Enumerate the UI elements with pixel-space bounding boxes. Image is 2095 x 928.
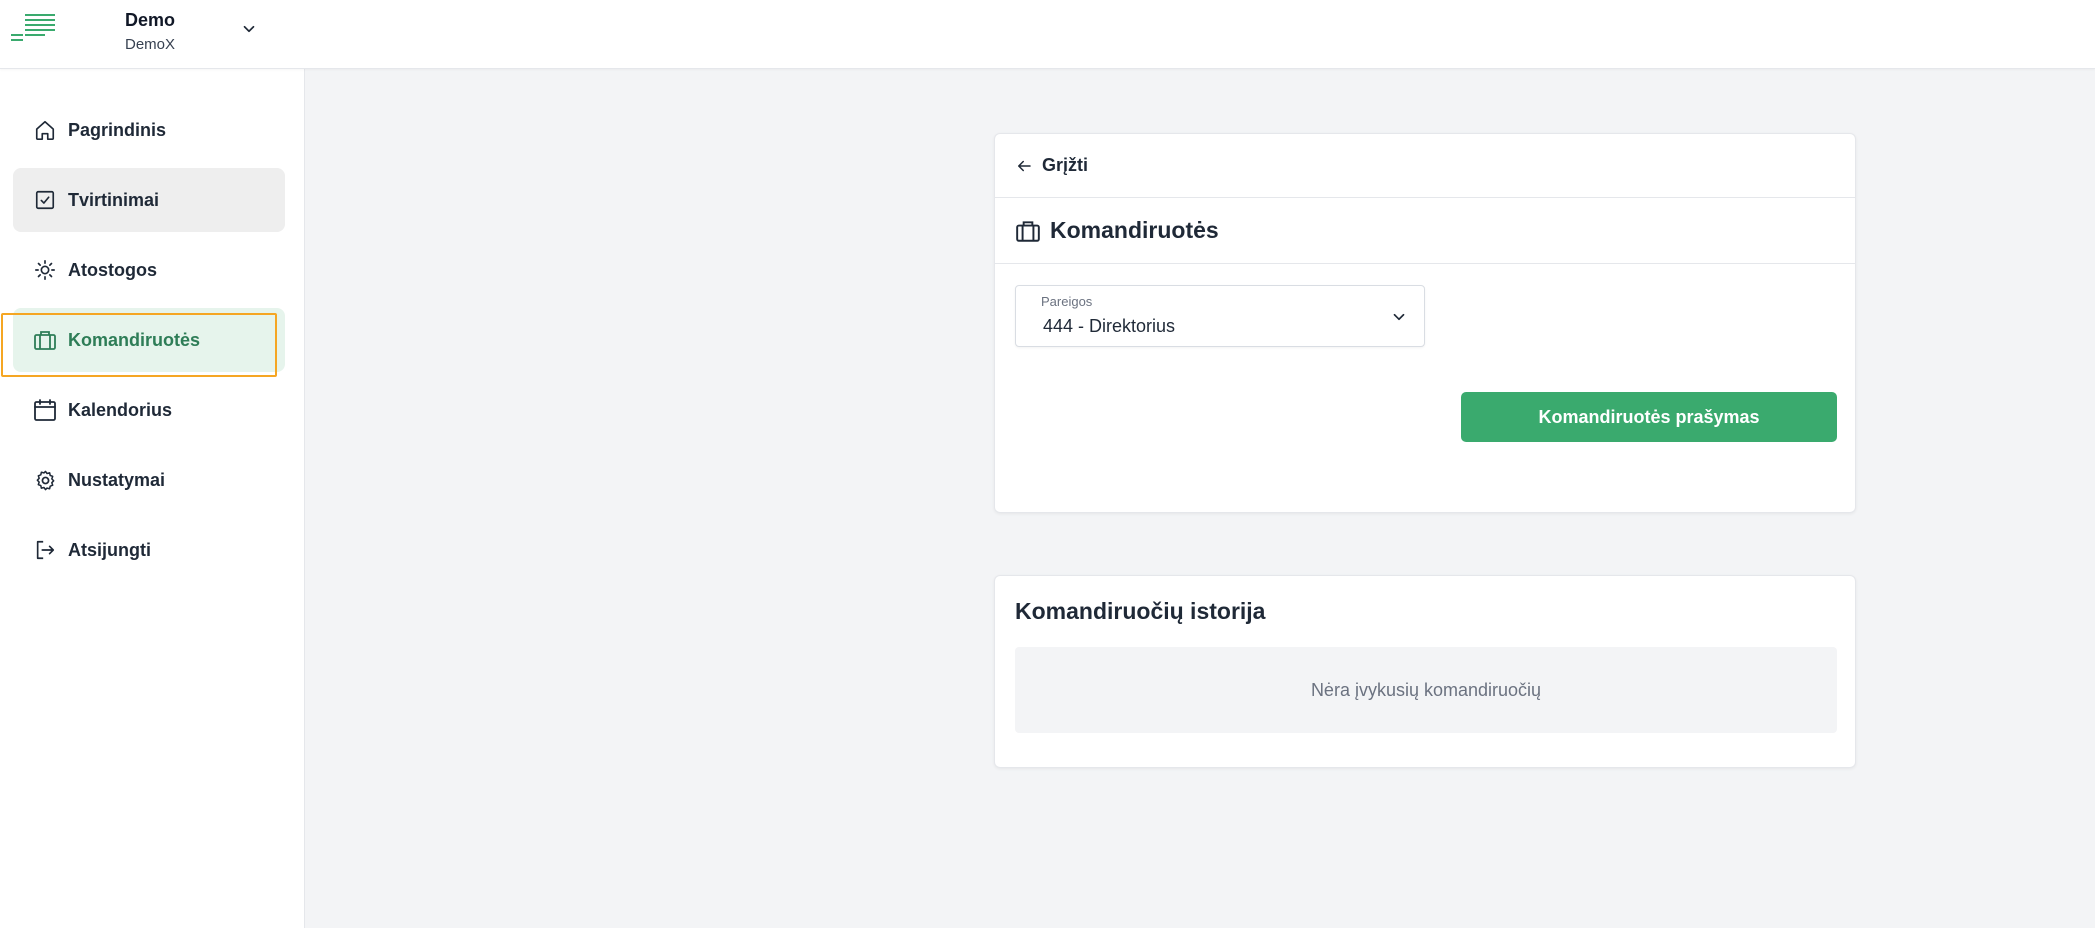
section-header: Komandiruotės (995, 198, 1855, 264)
sidebar-item-label: Komandiruotės (68, 329, 201, 350)
position-select-label: Pareigos (1041, 294, 1093, 309)
briefcase-icon (33, 328, 57, 352)
chevron-down-icon[interactable] (240, 20, 258, 38)
calendar-icon (33, 398, 57, 422)
sidebar-item-label: Kalendorius (68, 399, 173, 420)
organization-switcher[interactable]: Demo DemoX (125, 9, 175, 56)
sidebar-item-komandiruotes[interactable]: Komandiruotės (13, 308, 285, 372)
position-select[interactable]: Pareigos 444 - Direktorius (1015, 285, 1425, 347)
sidebar-item-label: Nustatymai (68, 469, 166, 490)
sidebar-item-atostogos[interactable]: Atostogos (13, 238, 285, 302)
sidebar-item-kalendorius[interactable]: Kalendorius (13, 378, 285, 442)
sidebar-item-pagrindinis[interactable]: Pagrindinis (13, 98, 285, 162)
menu-lines-logo[interactable] (11, 14, 55, 44)
empty-state-text: Nėra įvykusių komandiruočių (1310, 679, 1542, 700)
org-subtitle: DemoX (125, 36, 176, 53)
empty-state: Nėra įvykusių komandiruočių (1015, 647, 1837, 733)
home-icon (33, 118, 57, 142)
briefcase-icon (1016, 220, 1040, 242)
top-bar: Demo DemoX (0, 0, 2095, 69)
sun-icon (33, 258, 57, 282)
page-title: Komandiruotės (1050, 217, 1219, 243)
back-row: Grįžti (995, 134, 1855, 198)
sidebar: Pagrindinis Tvirtinimai Atostogos Komand… (0, 69, 305, 928)
sidebar-item-label: Pagrindinis (68, 119, 167, 140)
back-label: Grįžti (1042, 155, 1089, 175)
position-select-value: 444 - Direktorius (1043, 316, 1176, 336)
back-button[interactable]: Grįžti (1015, 155, 1088, 176)
business-trips-card: Grįžti Komandiruotės Pareigos 444 - Dire… (994, 133, 1856, 513)
gear-icon (33, 468, 57, 492)
checkbox-icon (33, 188, 57, 212)
sidebar-item-label: Atostogos (68, 259, 157, 280)
org-name: Demo (125, 10, 176, 30)
chevron-down-icon (1393, 313, 1405, 321)
sidebar-item-atsijungti[interactable]: Atsijungti (13, 518, 285, 582)
arrow-left-icon (1018, 160, 1031, 171)
sidebar-item-tvirtinimai[interactable]: Tvirtinimai (13, 168, 285, 232)
sidebar-item-label: Atsijungti (68, 539, 151, 560)
business-trip-request-button[interactable]: Komandiruotės prašymas (1461, 392, 1837, 442)
history-title: Komandiruočių istorija (1015, 598, 1266, 624)
sidebar-item-nustatymai[interactable]: Nustatymai (13, 448, 285, 512)
sidebar-item-label: Tvirtinimai (68, 189, 160, 210)
trip-history-card: Komandiruočių istorija Nėra įvykusių kom… (994, 575, 1856, 768)
logout-icon (33, 538, 57, 562)
